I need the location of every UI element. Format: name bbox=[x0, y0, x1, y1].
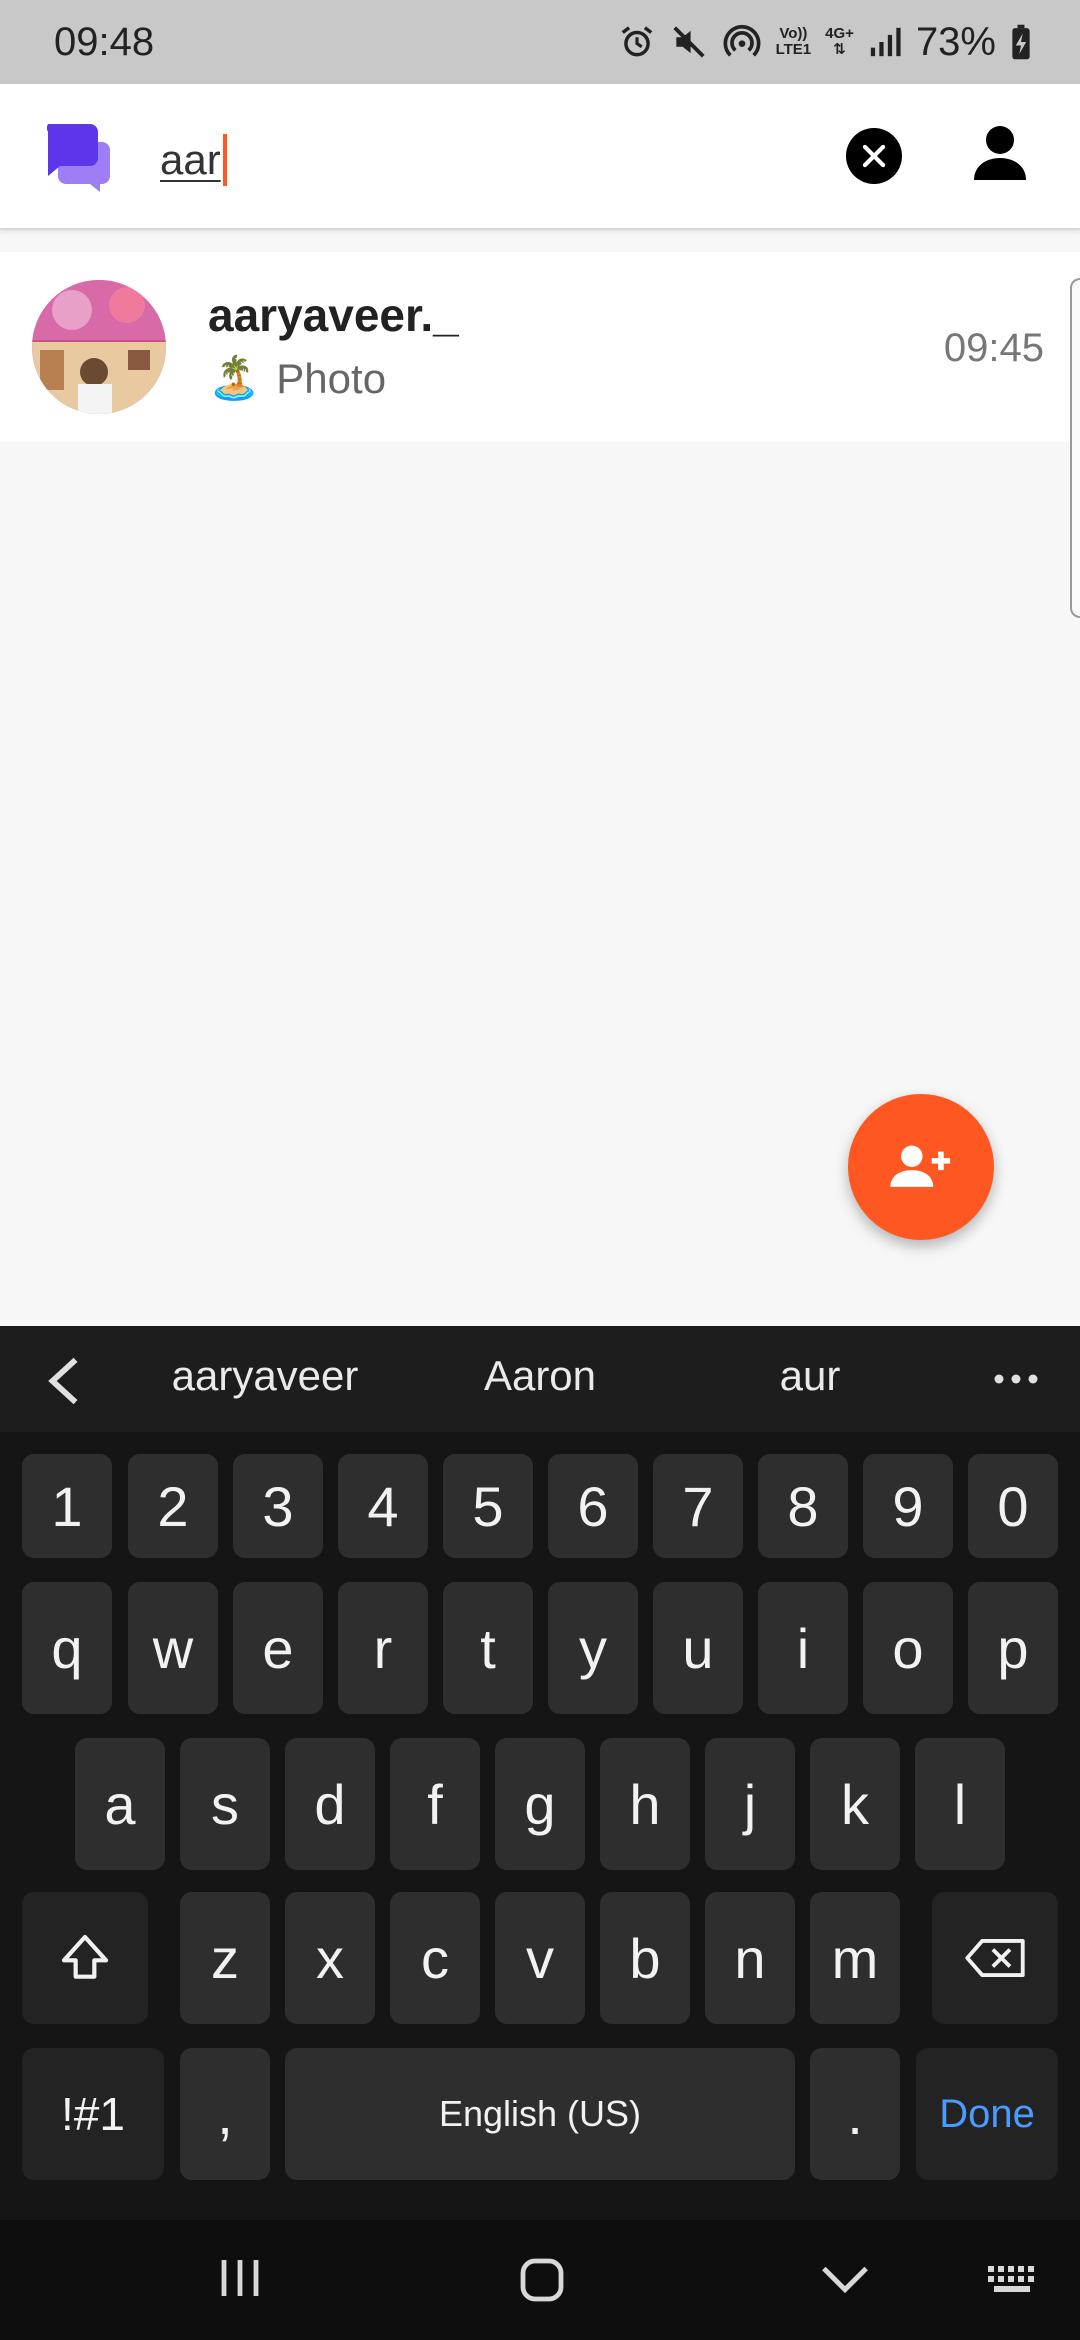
key-w[interactable]: w bbox=[128, 1582, 218, 1714]
key-1[interactable]: 1 bbox=[22, 1454, 112, 1558]
key-a[interactable]: a bbox=[75, 1738, 165, 1870]
avatar bbox=[32, 280, 166, 414]
key-q[interactable]: q bbox=[22, 1582, 112, 1714]
key-u[interactable]: u bbox=[653, 1582, 743, 1714]
key-m[interactable]: m bbox=[810, 1892, 900, 2024]
island-emoji: 🏝️ bbox=[208, 354, 261, 401]
text-cursor bbox=[222, 134, 227, 186]
network-indicator: 4G+ ⇅ bbox=[825, 25, 854, 58]
key-4[interactable]: 4 bbox=[338, 1454, 428, 1558]
chat-preview-text: Photo bbox=[276, 354, 387, 402]
status-icons: Vo)) LTE1 4G+ ⇅ 73% bbox=[618, 18, 1032, 66]
key-p[interactable]: p bbox=[968, 1582, 1058, 1714]
suggestion-3[interactable]: aur bbox=[700, 1352, 920, 1400]
key-f[interactable]: f bbox=[390, 1738, 480, 1870]
key-r[interactable]: r bbox=[338, 1582, 428, 1714]
scroll-handle[interactable] bbox=[1070, 278, 1080, 618]
suggestion-bar: aaryaveer Aaron aur bbox=[0, 1326, 1080, 1432]
app-bar: aar bbox=[0, 84, 1080, 230]
home-icon[interactable] bbox=[518, 2256, 566, 2304]
key-x[interactable]: x bbox=[285, 1892, 375, 2024]
shift-icon bbox=[61, 1934, 109, 1979]
clear-search-button[interactable] bbox=[846, 128, 902, 184]
key-5[interactable]: 5 bbox=[443, 1454, 533, 1558]
key-v[interactable]: v bbox=[495, 1892, 585, 2024]
chevron-left-icon[interactable] bbox=[44, 1356, 84, 1406]
status-time: 09:48 bbox=[54, 20, 155, 64]
chat-bubbles-icon[interactable] bbox=[40, 120, 114, 192]
key-g[interactable]: g bbox=[495, 1738, 585, 1870]
key-k[interactable]: k bbox=[810, 1738, 900, 1870]
navigation-bar bbox=[0, 2220, 1080, 2340]
add-person-icon bbox=[890, 1145, 951, 1187]
suggestion-1[interactable]: aaryaveer bbox=[150, 1352, 380, 1400]
chat-preview: 🏝️ Photo bbox=[208, 354, 386, 403]
key-d[interactable]: d bbox=[285, 1738, 375, 1870]
add-contact-button[interactable] bbox=[848, 1094, 994, 1240]
key-h[interactable]: h bbox=[600, 1738, 690, 1870]
chat-list-item[interactable]: aaryaveer._ 🏝️ Photo 09:45 bbox=[0, 252, 1080, 442]
key-9[interactable]: 9 bbox=[863, 1454, 953, 1558]
key-3[interactable]: 3 bbox=[233, 1454, 323, 1558]
key-b[interactable]: b bbox=[600, 1892, 690, 2024]
more-dots-icon[interactable] bbox=[994, 1374, 1038, 1384]
search-input[interactable]: aar bbox=[160, 130, 227, 190]
alarm-icon bbox=[621, 26, 652, 57]
space-key[interactable]: English (US) bbox=[285, 2048, 795, 2180]
key-t[interactable]: t bbox=[443, 1582, 533, 1714]
key-l[interactable]: l bbox=[915, 1738, 1005, 1870]
keyboard: aaryaveer Aaron aur 1 2 3 4 5 6 7 8 9 0 … bbox=[0, 1326, 1080, 2340]
key-c[interactable]: c bbox=[390, 1892, 480, 2024]
key-n[interactable]: n bbox=[705, 1892, 795, 2024]
key-e[interactable]: e bbox=[233, 1582, 323, 1714]
backspace-key[interactable] bbox=[932, 1892, 1058, 2024]
battery-percent: 73% bbox=[915, 19, 996, 64]
key-0[interactable]: 0 bbox=[968, 1454, 1058, 1558]
period-key[interactable]: . bbox=[810, 2048, 900, 2180]
recent-apps-icon[interactable] bbox=[218, 2256, 262, 2300]
person-icon[interactable] bbox=[974, 124, 1026, 184]
key-j[interactable]: j bbox=[705, 1738, 795, 1870]
key-o[interactable]: o bbox=[863, 1582, 953, 1714]
key-6[interactable]: 6 bbox=[548, 1454, 638, 1558]
status-bar: 09:48 Vo)) LTE1 4G+ ⇅ 73% bbox=[0, 0, 1080, 84]
key-8[interactable]: 8 bbox=[758, 1454, 848, 1558]
done-key[interactable]: Done bbox=[916, 2048, 1058, 2180]
keyboard-switch-icon[interactable] bbox=[986, 2264, 1040, 2296]
hotspot-icon bbox=[723, 24, 761, 57]
volte-indicator: Vo)) LTE1 bbox=[775, 25, 812, 58]
close-icon bbox=[862, 144, 886, 168]
shift-key[interactable] bbox=[22, 1892, 148, 2024]
back-chevron-down-icon[interactable] bbox=[820, 2262, 870, 2298]
battery-charging-icon bbox=[1012, 24, 1030, 60]
key-y[interactable]: y bbox=[548, 1582, 638, 1714]
key-7[interactable]: 7 bbox=[653, 1454, 743, 1558]
chat-time: 09:45 bbox=[943, 326, 1044, 370]
key-s[interactable]: s bbox=[180, 1738, 270, 1870]
chat-name: aaryaveer._ bbox=[208, 289, 459, 341]
mute-icon bbox=[673, 26, 705, 58]
data-arrows-icon: ⇅ bbox=[833, 41, 846, 58]
signal-icon bbox=[870, 27, 901, 57]
key-2[interactable]: 2 bbox=[128, 1454, 218, 1558]
key-i[interactable]: i bbox=[758, 1582, 848, 1714]
suggestion-2[interactable]: Aaron bbox=[430, 1352, 650, 1400]
search-query[interactable]: aar bbox=[160, 136, 221, 184]
key-z[interactable]: z bbox=[180, 1892, 270, 2024]
symbols-key[interactable]: !#1 bbox=[22, 2048, 164, 2180]
comma-key[interactable]: , bbox=[180, 2048, 270, 2180]
backspace-icon bbox=[965, 1939, 1025, 1977]
